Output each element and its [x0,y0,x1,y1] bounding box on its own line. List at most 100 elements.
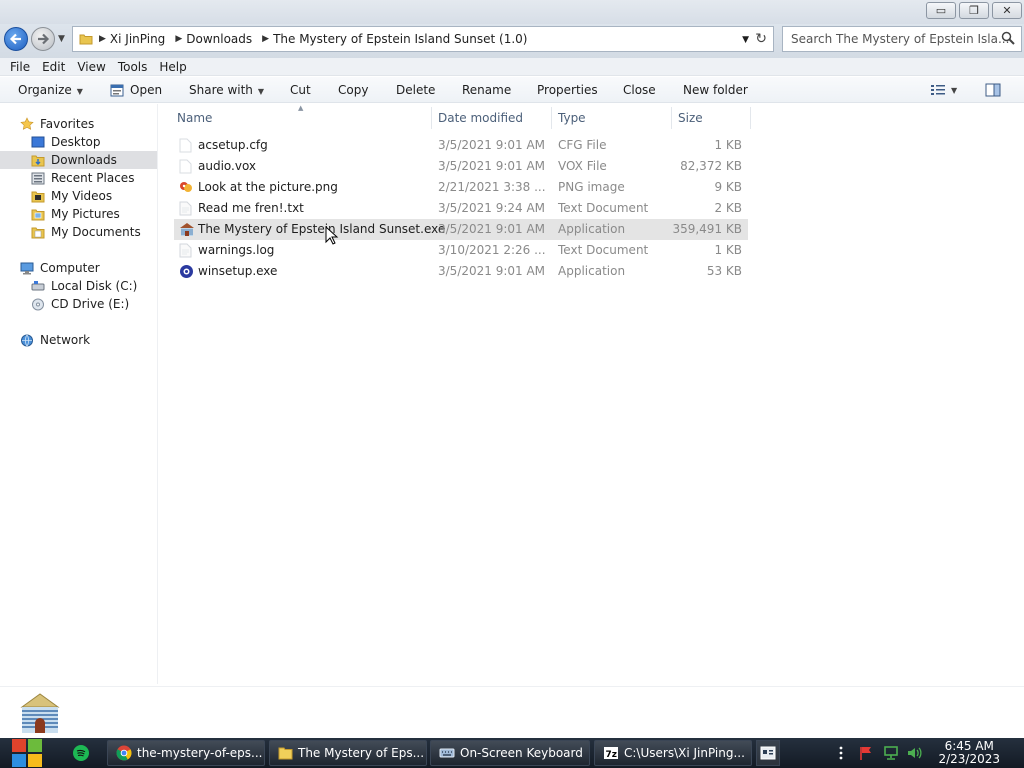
chrome-icon [116,745,132,761]
file-row[interactable]: Read me fren!.txt 3/5/2021 9:24 AM Text … [174,198,748,219]
breadcrumb-current-folder[interactable]: The Mystery of Epstein Island Sunset (1.… [273,32,527,46]
rename-button[interactable]: Rename [462,83,511,97]
taskbar-item-browser[interactable]: the-mystery-of-eps... [107,740,265,766]
file-row[interactable]: audio.vox 3/5/2021 9:01 AM VOX File 82,3… [174,156,748,177]
start-button-windows-icon[interactable] [10,738,44,768]
breadcrumb-user[interactable]: Xi JinPing [110,32,165,46]
taskbar-item-label: the-mystery-of-eps... [137,746,263,760]
selected-file-large-icon [20,693,60,733]
file-size: 359,491 KB [672,222,742,236]
nav-computer[interactable]: Computer [20,259,157,277]
file-row[interactable]: acsetup.cfg 3/5/2021 9:01 AM CFG File 1 … [174,135,748,156]
search-icon[interactable] [1001,31,1015,45]
file-type: Text Document [558,201,649,215]
mouse-cursor-icon [325,226,339,245]
menu-view[interactable]: View [77,60,105,74]
maximize-button[interactable]: ❐ [959,2,989,19]
breadcrumb-separator-icon[interactable]: ▶ [262,34,269,44]
game-exe-icon [180,223,194,236]
copy-button[interactable]: Copy [338,83,368,97]
file-date: 3/5/2021 9:01 AM [438,264,546,278]
chevron-down-icon: ▼ [76,87,83,96]
file-type: Application [558,222,626,236]
file-name: Look at the picture.png [198,180,338,194]
nav-my-videos[interactable]: My Videos [0,187,157,205]
window-titlebar: ▭ ❐ ✕ [0,0,1024,24]
file-size: 1 KB [714,243,742,257]
setup-exe-icon [180,265,193,278]
cut-button[interactable]: Cut [290,83,311,97]
file-size: 53 KB [706,264,742,278]
chevron-down-icon: ▼ [257,87,265,96]
file-size: 1 KB [714,138,742,152]
nav-my-pictures[interactable]: My Pictures [0,205,157,223]
taskbar-item-app[interactable] [756,740,780,766]
close-window-button[interactable]: ✕ [992,2,1022,19]
taskbar-item-keyboard[interactable]: On-Screen Keyboard [430,740,590,766]
nav-downloads[interactable]: Downloads [0,151,157,169]
column-header-name[interactable]: Name [172,107,432,129]
breadcrumb-downloads[interactable]: Downloads [186,32,252,46]
file-row[interactable]: Look at the picture.png 2/21/2021 3:38 .… [174,177,748,198]
preview-pane-button[interactable] [985,82,1001,97]
forward-button[interactable] [31,27,55,51]
new-folder-button[interactable]: New folder [683,83,748,97]
file-name: warnings.log [198,243,275,257]
file-row[interactable]: winsetup.exe 3/5/2021 9:01 AM Applicatio… [174,261,748,282]
arrow-right-icon [38,33,50,45]
volume-icon[interactable] [906,745,922,761]
minimize-button[interactable]: ▭ [926,2,956,19]
7zip-icon: 7z [604,747,618,760]
search-input[interactable]: Search The Mystery of Epstein Isla... [782,26,1022,52]
organize-button[interactable]: Organize ▼ [18,83,83,97]
recent-places-icon [31,172,45,184]
column-header-date[interactable]: Date modified [433,107,552,129]
file-size: 9 KB [714,180,742,194]
file-name: winsetup.exe [198,264,278,278]
text-file-icon [179,243,192,258]
share-with-button[interactable]: Share with ▼ [189,83,264,97]
nav-favorites[interactable]: Favorites [20,115,157,133]
tray-overflow-icon[interactable] [838,745,844,761]
system-clock[interactable]: 6:45 AM 2/23/2023 [938,740,1000,766]
nav-network[interactable]: Network [20,331,157,349]
file-row-selected[interactable]: The Mystery of Epstein Island Sunset.exe… [174,219,748,240]
action-center-flag-icon[interactable] [858,745,874,761]
column-header-type[interactable]: Type [553,107,672,129]
open-button[interactable]: Open [110,83,162,97]
file-name: acsetup.cfg [198,138,268,152]
nav-my-documents[interactable]: My Documents [0,223,157,241]
breadcrumb-separator-icon[interactable]: ▶ [99,34,106,44]
address-bar[interactable]: ▶ Xi JinPing ▶ Downloads ▶ The Mystery o… [72,26,774,52]
file-type: PNG image [558,180,625,194]
properties-button[interactable]: Properties [537,83,598,97]
file-date: 3/5/2021 9:01 AM [438,138,546,152]
blank-file-icon [179,138,192,153]
taskbar-item-7zip[interactable]: 7z C:\Users\Xi JinPing... [594,740,752,766]
back-button[interactable] [4,27,28,51]
column-header-size[interactable]: Size [673,107,751,129]
nav-recent-places[interactable]: Recent Places [0,169,157,187]
menu-help[interactable]: Help [159,60,186,74]
taskbar-item-explorer[interactable]: The Mystery of Eps... [269,740,427,766]
nav-desktop[interactable]: Desktop [0,133,157,151]
nav-local-disk[interactable]: Local Disk (C:) [0,277,157,295]
file-date: 3/10/2021 2:26 ... [438,243,546,257]
view-options-button[interactable]: ▼ [930,82,957,97]
breadcrumb-separator-icon[interactable]: ▶ [175,34,182,44]
delete-button[interactable]: Delete [396,83,435,97]
menu-edit[interactable]: Edit [42,60,65,74]
menu-file[interactable]: File [10,60,30,74]
network-icon [21,334,33,346]
refresh-icon[interactable]: ↻ [755,31,767,47]
nav-cd-drive[interactable]: CD Drive (E:) [0,295,157,313]
menu-tools[interactable]: Tools [118,60,148,74]
close-button[interactable]: Close [623,83,656,97]
history-dropdown-icon[interactable]: ▼ [58,34,65,44]
spotify-icon[interactable] [73,745,89,761]
file-type: Text Document [558,243,649,257]
file-row[interactable]: warnings.log 3/10/2021 2:26 ... Text Doc… [174,240,748,261]
address-dropdown-icon[interactable]: ▼ [742,35,749,45]
clock-date: 2/23/2023 [938,752,1000,766]
network-status-icon[interactable] [883,745,899,761]
